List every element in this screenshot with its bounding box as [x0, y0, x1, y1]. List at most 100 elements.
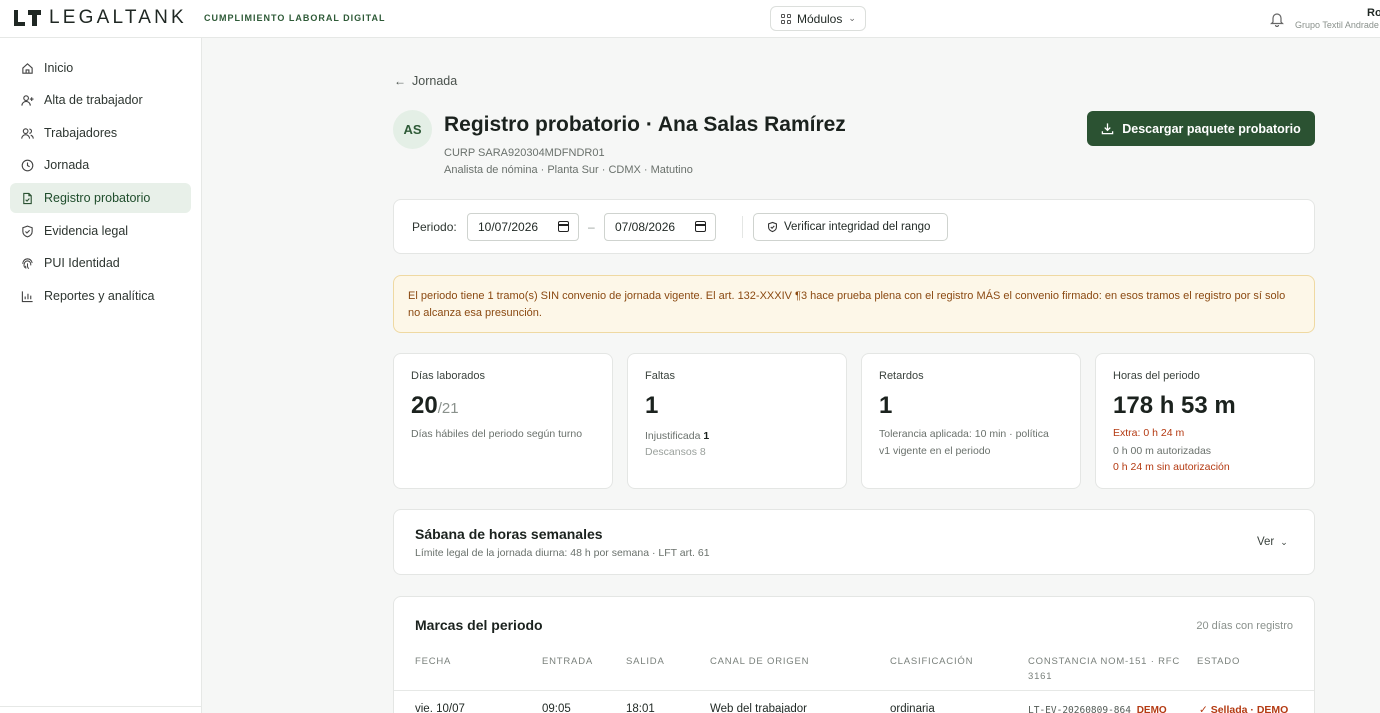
shield-check-icon: [22, 225, 33, 237]
stat-note-extra: Extra: 0 h 24 m: [1113, 427, 1185, 439]
stat-card-retardos: Retardos 1 Tolerancia aplicada: 10 min ·…: [861, 353, 1081, 489]
stat-value: 1: [645, 392, 659, 419]
home-icon: [22, 62, 33, 74]
back-link[interactable]: ← Jornada: [394, 74, 457, 88]
column-header-canal[interactable]: CANAL DE ORIGEN: [710, 654, 809, 669]
section-title: Marcas del periodo: [415, 617, 543, 633]
column-header-estado[interactable]: ESTADO: [1197, 654, 1240, 669]
sidebar-divider: [0, 706, 202, 707]
records-count: 20 días con registro: [1196, 620, 1293, 632]
stat-note: Días hábiles del periodo según turno: [411, 428, 583, 440]
user-name[interactable]: Ro: [1367, 7, 1380, 19]
user-plus-icon: [21, 94, 34, 106]
column-header-fecha[interactable]: FECHA: [415, 654, 451, 669]
marcas-table-section: Marcas del periodo 20 días con registro …: [393, 596, 1315, 713]
stat-value: 1: [879, 392, 893, 419]
cell-fecha: vie. 10/07: [415, 703, 465, 713]
stat-value: 178 h 53 m: [1113, 392, 1236, 419]
cell-canal: Web del trabajador: [710, 703, 807, 713]
modules-button[interactable]: Módulos ⌄: [770, 6, 866, 31]
cell-entrada: 09:05: [542, 703, 571, 713]
top-bar: LEGALTANK CUMPLIMIENTO LABORAL DIGITAL M…: [0, 0, 1380, 38]
stat-label: Días laborados: [411, 370, 485, 382]
sidebar: Inicio Alta de trabajador Trabajadores J…: [0, 38, 202, 713]
page-title: Registro probatorio · Ana Salas Ramírez: [444, 113, 846, 136]
worker-role: Analista de nómina · Planta Sur · CDMX ·…: [444, 164, 693, 176]
sabana-horas-section: Sábana de horas semanales Límite legal d…: [393, 509, 1315, 575]
cell-clasificacion: ordinaria: [890, 703, 935, 713]
stat-label: Horas del periodo: [1113, 370, 1200, 382]
sidebar-item-label: Trabajadores: [44, 126, 118, 140]
sidebar-item-inicio[interactable]: Inicio: [10, 53, 191, 83]
shield-check-icon: [768, 221, 777, 233]
period-end-value: 07/08/2026: [615, 220, 676, 234]
stat-note-autorizadas: 0 h 00 m autorizadas: [1113, 445, 1212, 457]
period-end-input[interactable]: 07/08/2026: [604, 213, 716, 241]
logo-mark-icon: [14, 10, 41, 26]
stat-note-descansos: Descansos 8: [645, 446, 706, 458]
modules-label: Módulos: [797, 11, 843, 26]
stat-note: Tolerancia aplicada: 10 min · política: [879, 428, 1049, 440]
avatar: AS: [393, 110, 432, 149]
brand-logo[interactable]: LEGALTANK: [14, 7, 187, 28]
arrow-left-icon: ←: [394, 74, 406, 88]
range-separator: –: [588, 220, 595, 234]
brand-name: LEGALTANK: [49, 7, 187, 28]
stat-value: 20/21: [411, 392, 459, 419]
bar-chart-icon: [21, 290, 33, 302]
cell-estado: ✓ Sellada · DEMO: [1199, 704, 1289, 713]
cell-salida: 18:01: [626, 703, 655, 713]
back-link-label: Jornada: [412, 74, 458, 88]
verify-integrity-button[interactable]: Verificar integridad del rango: [753, 213, 948, 241]
sidebar-item-jornada[interactable]: Jornada: [10, 150, 191, 180]
file-check-icon: [23, 192, 32, 204]
column-header-clasificacion[interactable]: CLASIFICACIÓN: [890, 654, 973, 669]
stat-card-faltas: Faltas 1 Injustificada 1 Descansos 8: [627, 353, 847, 489]
brand-tagline: CUMPLIMIENTO LABORAL DIGITAL: [204, 13, 386, 23]
sidebar-item-evidencia-legal[interactable]: Evidencia legal: [10, 216, 191, 246]
download-evidence-button[interactable]: Descargar paquete probatorio: [1087, 111, 1315, 146]
stat-label: Retardos: [879, 370, 924, 382]
download-icon: [1101, 123, 1114, 135]
table-header-divider: [394, 690, 1314, 691]
period-label: Periodo:: [412, 220, 457, 234]
stat-label: Faltas: [645, 370, 675, 382]
clock-icon: [21, 159, 34, 171]
sidebar-item-label: Jornada: [44, 158, 90, 172]
expand-label: Ver: [1257, 536, 1275, 548]
bell-icon[interactable]: [1270, 11, 1284, 27]
sidebar-item-alta-trabajador[interactable]: Alta de trabajador: [10, 85, 191, 115]
period-start-value: 10/07/2026: [478, 220, 539, 234]
convenio-warning-alert: El periodo tiene 1 tramo(s) SIN convenio…: [393, 275, 1315, 333]
chevron-down-icon: ⌄: [1280, 536, 1288, 547]
sidebar-item-label: PUI Identidad: [44, 256, 120, 270]
worker-curp: CURP SARA920304MDFNDR01: [444, 147, 605, 159]
stat-note-sin-autorizacion: 0 h 24 m sin autorización: [1113, 461, 1230, 473]
stat-card-dias-laborados: Días laborados 20/21 Días hábiles del pe…: [393, 353, 613, 489]
sidebar-item-label: Alta de trabajador: [44, 93, 143, 107]
sidebar-item-pui-identidad[interactable]: PUI Identidad: [10, 248, 191, 278]
divider: [742, 216, 743, 238]
period-start-input[interactable]: 10/07/2026: [467, 213, 579, 241]
cell-constancia[interactable]: LT-EV-20260809-864 DEMO: [1028, 705, 1167, 713]
calendar-icon[interactable]: [558, 221, 569, 232]
sidebar-item-trabajadores[interactable]: Trabajadores: [10, 118, 191, 148]
period-selector: Periodo: 10/07/2026 – 07/08/2026 Verific…: [393, 199, 1315, 254]
user-organization: Grupo Textil Andrade: [1295, 20, 1379, 30]
grid-icon: [781, 13, 791, 24]
column-header-entrada[interactable]: ENTRADA: [542, 654, 593, 669]
sidebar-item-label: Inicio: [44, 61, 74, 75]
section-title: Sábana de horas semanales: [415, 526, 603, 542]
stat-note-injustificada: Injustificada 1: [645, 430, 710, 442]
chevron-down-icon: ⌄: [848, 13, 856, 23]
sidebar-item-label: Evidencia legal: [44, 224, 129, 238]
sidebar-item-registro-probatorio[interactable]: Registro probatorio: [10, 183, 191, 213]
users-icon: [21, 127, 34, 139]
stat-card-horas-periodo: Horas del periodo 178 h 53 m Extra: 0 h …: [1095, 353, 1315, 489]
expand-sabana-button[interactable]: Ver ⌄: [1257, 536, 1288, 548]
calendar-icon[interactable]: [695, 221, 706, 232]
sidebar-item-reportes-analitica[interactable]: Reportes y analítica: [10, 281, 191, 311]
sidebar-item-label: Registro probatorio: [44, 191, 151, 205]
column-header-constancia[interactable]: CONSTANCIA NOM-151 · RFC 3161: [1028, 654, 1193, 684]
column-header-salida[interactable]: SALIDA: [626, 654, 665, 669]
